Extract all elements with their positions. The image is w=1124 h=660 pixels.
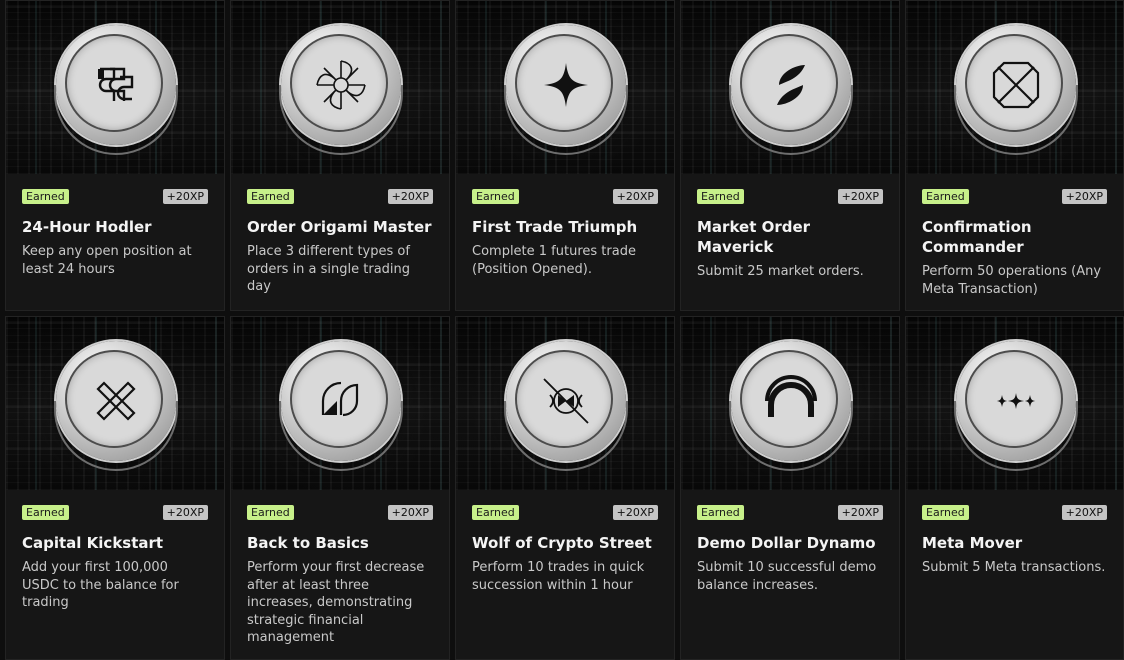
xp-badge: +20XP — [162, 188, 208, 204]
achievement-card[interactable]: Earned +20XP Market Order Maverick Submi… — [680, 0, 900, 311]
earned-badge: Earned — [247, 504, 294, 520]
achievement-description: Perform 50 operations (Any Meta Transact… — [922, 264, 1102, 297]
medal — [954, 25, 1078, 155]
card-artwork — [6, 1, 224, 174]
xp-badge: +20XP — [1061, 504, 1107, 520]
earned-badge: Earned — [922, 188, 969, 204]
origami-flower-icon — [316, 60, 366, 110]
xp-badge: +20XP — [837, 504, 883, 520]
triple-sparkle-icon — [995, 393, 1037, 409]
earned-badge: Earned — [247, 188, 294, 204]
achievement-title: First Trade Triumph — [472, 218, 638, 236]
medal — [729, 341, 853, 471]
stacked-s-icon — [98, 67, 134, 101]
achievement-description: Perform 10 trades in quick succession wi… — [472, 560, 645, 593]
card-artwork — [231, 1, 449, 174]
achievement-description: Submit 5 Meta transactions. — [922, 560, 1106, 575]
achievement-card[interactable]: Earned +20XP 24-Hour Hodler Keep any ope… — [5, 0, 225, 311]
card-artwork — [231, 317, 449, 490]
xp-badge: +20XP — [387, 188, 433, 204]
achievement-card[interactable]: Earned +20XP Demo Dollar Dynamo Submit 1… — [680, 316, 900, 660]
medal — [504, 25, 628, 155]
achievement-card[interactable]: Earned +20XP Wolf of Crypto Street Perfo… — [455, 316, 675, 660]
earned-badge: Earned — [697, 188, 744, 204]
achievement-title: Market Order Maverick — [697, 218, 811, 256]
achievement-description: Add your first 100,000 USDC to the balan… — [22, 560, 179, 610]
earned-badge: Earned — [22, 188, 69, 204]
card-artwork — [681, 1, 899, 174]
achievement-card[interactable]: Earned +20XP First Trade Triumph Complet… — [455, 0, 675, 311]
achievement-description: Complete 1 futures trade (Position Opene… — [472, 244, 636, 277]
achievement-description: Submit 10 successful demo balance increa… — [697, 560, 877, 593]
card-artwork — [681, 317, 899, 490]
octagon-cross-icon — [992, 61, 1040, 109]
medal — [279, 341, 403, 471]
medal — [729, 25, 853, 155]
quarter-arcs-icon — [321, 381, 359, 417]
achievement-card[interactable]: Earned +20XP Capital Kickstart Add your … — [5, 316, 225, 660]
xp-badge: +20XP — [837, 188, 883, 204]
card-artwork — [456, 317, 674, 490]
achievement-title: 24-Hour Hodler — [22, 218, 152, 236]
xp-badge: +20XP — [162, 504, 208, 520]
medal — [504, 341, 628, 471]
earned-badge: Earned — [22, 504, 69, 520]
achievement-title: Capital Kickstart — [22, 534, 164, 552]
four-point-star-icon — [544, 63, 588, 107]
achievement-description: Perform your first decrease after at lea… — [247, 560, 425, 645]
bowtie-circle-icon — [543, 378, 589, 424]
achievement-card[interactable]: Earned +20XP Meta Mover Submit 5 Meta tr… — [905, 316, 1124, 660]
earned-badge: Earned — [697, 504, 744, 520]
earned-badge: Earned — [472, 504, 519, 520]
achievement-title: Confirmation Commander — [922, 218, 1032, 256]
achievement-description: Keep any open position at least 24 hours — [22, 244, 192, 277]
achievement-title: Back to Basics — [247, 534, 369, 552]
achievement-title: Wolf of Crypto Street — [472, 534, 652, 552]
medal — [954, 341, 1078, 471]
card-artwork — [456, 1, 674, 174]
achievement-card[interactable]: Earned +20XP Confirmation Commander Perf… — [905, 0, 1124, 311]
twin-leaf-icon — [777, 65, 805, 105]
card-artwork — [906, 317, 1123, 490]
xp-badge: +20XP — [1061, 188, 1107, 204]
card-artwork — [906, 1, 1123, 174]
achievements-grid: Earned +20XP 24-Hour Hodler Keep any ope… — [0, 0, 1124, 660]
double-arch-icon — [765, 375, 817, 417]
achievement-title: Demo Dollar Dynamo — [697, 534, 876, 552]
medal — [54, 341, 178, 471]
earned-badge: Earned — [472, 188, 519, 204]
achievement-card[interactable]: Earned +20XP Order Origami Master Place … — [230, 0, 450, 311]
achievement-title: Order Origami Master — [247, 218, 432, 236]
achievement-card[interactable]: Earned +20XP Back to Basics Perform your… — [230, 316, 450, 660]
achievement-description: Submit 25 market orders. — [697, 264, 864, 279]
xp-badge: +20XP — [612, 504, 658, 520]
xp-badge: +20XP — [387, 504, 433, 520]
medal — [279, 25, 403, 155]
earned-badge: Earned — [922, 504, 969, 520]
medal — [54, 25, 178, 155]
crossed-bars-icon — [96, 381, 136, 421]
achievement-description: Place 3 different types of orders in a s… — [247, 244, 411, 294]
xp-badge: +20XP — [612, 188, 658, 204]
achievement-title: Meta Mover — [922, 534, 1023, 552]
card-artwork — [6, 317, 224, 490]
